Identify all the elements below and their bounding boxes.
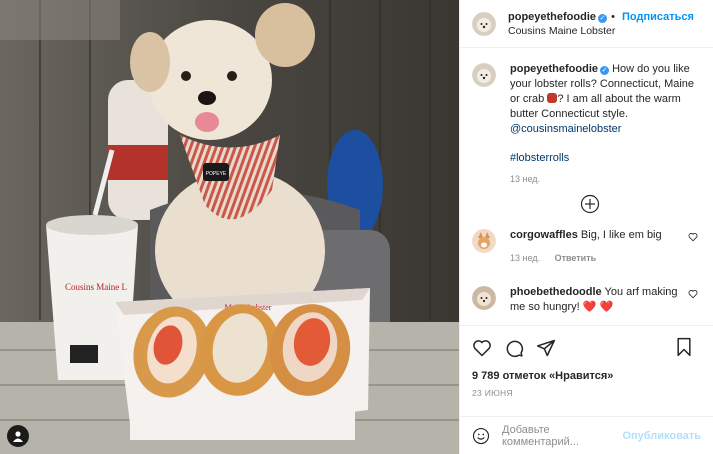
like-comment-heart-icon[interactable]: [688, 289, 698, 299]
post-date[interactable]: 23 ИЮНЯ: [460, 384, 713, 416]
comment-time[interactable]: 13 нед.: [510, 253, 540, 263]
follow-button[interactable]: Подписаться: [622, 11, 694, 23]
action-bar: [460, 325, 713, 370]
load-more-comments-icon[interactable]: [580, 194, 600, 214]
reply-button[interactable]: Ответить: [555, 253, 597, 263]
like-heart-icon[interactable]: [472, 338, 492, 358]
comment-text: Big, I like em big: [580, 229, 662, 241]
save-bookmark-icon[interactable]: [675, 337, 693, 357]
post-photo[interactable]: POPEYE Cousins Maine L Maine L: [0, 0, 459, 454]
caption-avatar[interactable]: [472, 63, 496, 87]
comment-item: corgowaffles Big, I like em big 13 нед. …: [472, 228, 702, 266]
dog-avatar-icon: [472, 63, 496, 87]
post-header: popeyethefoodie ✓ • Подписаться Cousins M…: [460, 0, 713, 48]
like-comment-heart-icon[interactable]: [688, 232, 698, 242]
doodle-avatar-icon: [472, 286, 496, 310]
commenter-username[interactable]: corgowaffles: [510, 229, 578, 241]
bandana-tag: POPEYE: [206, 171, 227, 177]
commenter-avatar[interactable]: [472, 229, 496, 253]
publish-button[interactable]: Опубликовать: [622, 430, 701, 442]
heart-emoji-icons: ❤️ ❤️: [582, 301, 614, 313]
separator-dot: •: [611, 10, 615, 23]
author-avatar[interactable]: [472, 11, 496, 36]
comment-bubble-icon[interactable]: [504, 338, 524, 358]
post-sidebar: popeyethefoodie ✓ • Подписаться Cousins M…: [459, 0, 713, 454]
likes-count[interactable]: 9 789 отметок «Нравится»: [460, 370, 713, 384]
cup-brand: Cousins Maine L: [65, 282, 127, 292]
caption-mention[interactable]: @cousinsmainelobster: [510, 122, 700, 137]
user-icon: [13, 431, 23, 442]
comment-input[interactable]: Добавьте комментарий...: [502, 424, 622, 448]
post-location[interactable]: Cousins Maine Lobster: [508, 24, 694, 38]
caption-username[interactable]: popeyethefoodie: [510, 63, 598, 75]
corgi-avatar-icon: [472, 229, 496, 253]
comment-item: phoebethedoodle You arf making me so hun…: [472, 285, 702, 315]
lobster-emoji-icon: [547, 93, 558, 103]
photo-illustration: POPEYE Cousins Maine L Maine L: [0, 0, 459, 454]
share-send-icon[interactable]: [536, 338, 556, 358]
author-username[interactable]: popeyethefoodie: [508, 11, 596, 23]
emoji-smiley-icon[interactable]: [472, 427, 490, 445]
caption-time[interactable]: 13 нед.: [510, 172, 700, 187]
commenter-username[interactable]: phoebethedoodle: [510, 286, 602, 298]
comment-composer: Добавьте комментарий... Опубликовать: [460, 416, 713, 454]
caption-hashtag[interactable]: #lobsterrolls: [510, 151, 700, 166]
dog-avatar-icon: [472, 11, 496, 36]
post: POPEYE Cousins Maine L Maine L: [0, 0, 713, 454]
comments-section: popeyethefoodie ✓ How do you like your lo…: [460, 48, 713, 325]
commenter-avatar[interactable]: [472, 286, 496, 310]
tagged-users-button[interactable]: [7, 425, 29, 447]
verified-badge-icon: ✓: [600, 66, 610, 75]
verified-badge-icon: ✓: [598, 13, 608, 23]
caption: popeyethefoodie ✓ How do you like your lo…: [472, 62, 701, 187]
